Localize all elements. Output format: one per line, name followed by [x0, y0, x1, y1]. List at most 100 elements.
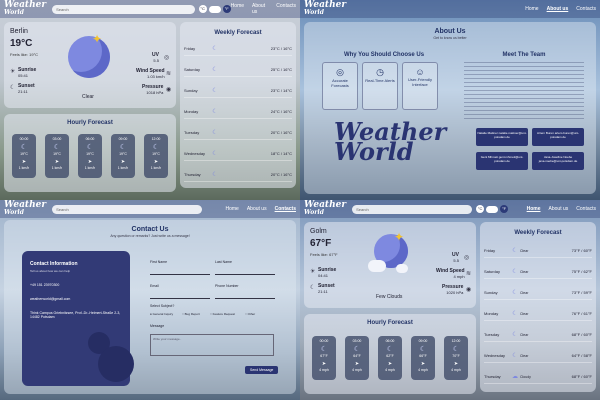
- moon-icon: ☾: [512, 290, 518, 296]
- contact-title: Contact Us: [131, 226, 169, 233]
- nav-about[interactable]: About us: [549, 206, 569, 212]
- moon-icon: ☾: [86, 144, 94, 151]
- uv-stat: UV 5.5: [152, 52, 159, 63]
- moon-icon: ☾: [119, 144, 127, 151]
- unit-toggle[interactable]: °C °F: [198, 5, 231, 13]
- hourly-forecast-card: Hourly Forecast 00:00 ☾ 67°F ➤ 4 mph 03:00 ☾ 6…: [304, 314, 476, 394]
- last-name-input[interactable]: [215, 274, 275, 275]
- hourly-item: 12:00 ☾ 70°F ➤ 4 mph: [444, 336, 468, 380]
- about-card: About Us Get to know us better Why You S…: [304, 22, 596, 194]
- nav-contacts[interactable]: Contacts: [276, 3, 296, 15]
- quadrant-contact: Weather World Search Home About us Contac…: [0, 200, 300, 400]
- moon-icon: ☾: [152, 144, 160, 151]
- logo[interactable]: Weather World: [304, 1, 346, 17]
- hourly-item: 06:00 ☾ 62°F ➤ 4 mph: [378, 336, 402, 380]
- nav-contacts[interactable]: Contacts: [576, 6, 596, 12]
- wind-stat: Wind Speed 4 mph: [436, 268, 465, 279]
- nav-home[interactable]: Home: [525, 6, 538, 12]
- nav-links: Home About us Contacts: [231, 3, 296, 15]
- first-name-input[interactable]: [150, 274, 210, 275]
- logo[interactable]: Weather World: [4, 1, 46, 17]
- subject-radio[interactable]: ○ Other: [245, 312, 255, 316]
- hourly-item: 03:00 ☾ 64°F ➤ 4 mph: [345, 336, 369, 380]
- forecast-row: Thursday ☾ 20°C / 16°C: [184, 168, 292, 182]
- unit-fahrenheit[interactable]: °F: [500, 205, 509, 213]
- search-input[interactable]: Search: [352, 204, 473, 214]
- moon-icon: ☾: [320, 346, 328, 353]
- send-button[interactable]: Send Message: [245, 366, 279, 374]
- nav-about[interactable]: About us: [252, 3, 268, 15]
- nav-home[interactable]: Home: [226, 206, 239, 212]
- nav-contacts[interactable]: Contacts: [576, 206, 596, 212]
- hourly-item: 12:00 ☾ 19°C ➤ 1 km/h: [144, 134, 168, 178]
- address-text: Think Campus Griebnitzsee, Prof.-Dr.-Hel…: [30, 311, 121, 319]
- forecast-row: Wednesday ☾ Clear 64°F / 58°F: [484, 349, 592, 363]
- target-icon: ◎: [336, 67, 344, 77]
- team-member: Natalie Mattner natalie.mattner@uni-pots…: [476, 128, 528, 146]
- toggle-switch[interactable]: [208, 5, 221, 13]
- forecast-row: Saturday ☾ 25°C / 16°C: [184, 63, 292, 77]
- sunrise-icon: ☀: [10, 69, 16, 75]
- nav-about[interactable]: About us: [547, 6, 569, 12]
- pressure-icon: ◉: [166, 87, 172, 93]
- subject-radio[interactable]: ○ Bug Report: [182, 312, 200, 316]
- hourly-title: Hourly Forecast: [367, 320, 413, 326]
- weekly-forecast-card: Weekly Forecast Friday ☾ 23°C / 16°C Satur…: [180, 22, 296, 188]
- subject-radio[interactable]: ● General Inquiry: [150, 312, 173, 316]
- wind-arrow-icon: ➤: [321, 361, 327, 367]
- quadrant-about: Weather World Home About us Contacts Abou…: [300, 0, 600, 200]
- wind-arrow-icon: ➤: [387, 361, 393, 367]
- subject-radio[interactable]: ○ Feature Request: [210, 312, 235, 316]
- subject-label: Select Subject?: [150, 304, 175, 308]
- unit-celsius[interactable]: °C: [198, 5, 207, 13]
- team-member: Artem Buren artem.buren@uni-potsdam.de: [532, 128, 584, 146]
- navbar: Weather World Search Home About us Contac…: [0, 200, 300, 218]
- email-label: Email: [150, 284, 159, 288]
- unit-celsius[interactable]: °C: [476, 205, 485, 213]
- moon-icon: ☾: [512, 248, 518, 254]
- feels-like: Feels like: 67°F: [310, 252, 338, 257]
- about-subtitle: Get to know us better: [433, 36, 467, 40]
- phone-text[interactable]: +49 151 23970300: [30, 283, 122, 287]
- navbar: Weather World Search °C °F Home About us …: [0, 0, 300, 18]
- unit-toggle[interactable]: °C °F: [476, 205, 509, 213]
- pressure-stat: Pressure 1020 hPa: [442, 284, 464, 295]
- star-icon: ✦: [394, 230, 405, 244]
- logo[interactable]: Weather World: [304, 201, 346, 217]
- sunrise-stat: Sunrise 04:41: [318, 267, 337, 278]
- message-textarea[interactable]: Write your message..: [150, 334, 274, 356]
- wind-arrow-icon: ➤: [453, 361, 459, 367]
- nav-home[interactable]: Home: [231, 3, 244, 15]
- wind-arrow-icon: ➤: [354, 361, 360, 367]
- big-logo: Weather World: [334, 117, 447, 166]
- phone-input[interactable]: [215, 298, 275, 299]
- hourly-item: 00:00 ☾ 67°F ➤ 4 mph: [312, 336, 336, 380]
- email-input[interactable]: [150, 298, 210, 299]
- city-name: Golm: [310, 228, 327, 235]
- moon-icon: ☾: [353, 346, 361, 353]
- wind-arrow-icon: ➤: [21, 159, 27, 165]
- nav-home[interactable]: Home: [527, 206, 541, 212]
- toggle-switch[interactable]: [486, 205, 499, 213]
- hourly-forecast-card: Hourly Forecast 00:00 ☾ 19°C ➤ 1 km/h 03:00 ☾…: [4, 114, 176, 192]
- moon-icon: ☾: [512, 269, 518, 275]
- nav-about[interactable]: About us: [247, 206, 267, 212]
- cloud-icon: ☁: [512, 374, 518, 380]
- moon-icon: ☾: [386, 346, 394, 353]
- unit-fahrenheit[interactable]: °F: [222, 5, 231, 13]
- current-weather-card: Berlin 19°C Feels like: 19°C ✦ Clear ☀ S…: [4, 22, 176, 108]
- clock-icon: ◷: [376, 67, 384, 77]
- email-text[interactable]: weatherworld@gmail.com: [30, 297, 122, 301]
- wind-arrow-icon: ➤: [87, 159, 93, 165]
- logo[interactable]: Weather World: [4, 201, 46, 217]
- search-input[interactable]: Search: [52, 204, 203, 214]
- wind-arrow-icon: ➤: [153, 159, 159, 165]
- sunset-icon: ☾: [10, 85, 16, 91]
- nav-contacts[interactable]: Contacts: [275, 206, 296, 212]
- condition-text: Few Clouds: [376, 294, 403, 300]
- team-text: [464, 62, 584, 122]
- forecast-row: Tuesday ☾ 20°C / 16°C: [184, 126, 292, 140]
- search-input[interactable]: Search: [52, 4, 195, 14]
- hourly-item: 00:00 ☾ 19°C ➤ 1 km/h: [12, 134, 36, 178]
- contact-subtitle: Any question or remarks? Just write us a…: [110, 234, 190, 238]
